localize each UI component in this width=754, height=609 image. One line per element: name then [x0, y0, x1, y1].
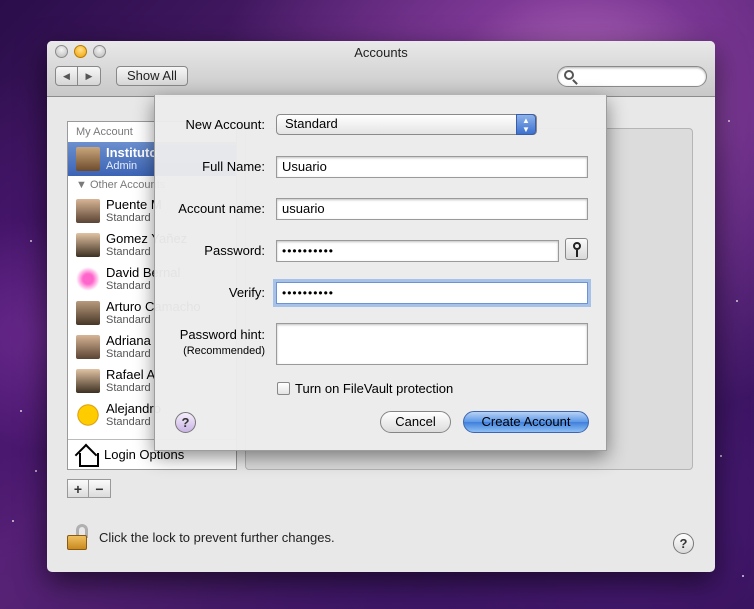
- user-avatar: [76, 301, 100, 325]
- filevault-label: Turn on FileVault protection: [295, 381, 454, 396]
- forward-arrow-icon: ▶: [85, 70, 93, 81]
- filevault-checkbox[interactable]: Turn on FileVault protection: [277, 381, 453, 396]
- back-button[interactable]: ◀: [55, 66, 78, 86]
- show-all-button[interactable]: Show All: [116, 66, 188, 86]
- help-button[interactable]: ?: [673, 533, 694, 554]
- checkbox-box[interactable]: [277, 382, 290, 395]
- password-hint-field[interactable]: [276, 323, 588, 365]
- verify-field[interactable]: ••••••••••: [276, 282, 588, 304]
- account-name: Alejandro: [106, 401, 161, 416]
- user-avatar: [76, 335, 100, 359]
- lock-icon[interactable]: [67, 524, 88, 550]
- account-name: Rafael A: [106, 367, 156, 382]
- account-role: Standard: [106, 416, 151, 428]
- search-field[interactable]: [557, 66, 707, 87]
- account-name: Adriana: [106, 333, 151, 348]
- add-remove-buttons: + −: [67, 479, 111, 498]
- account-role: Standard: [106, 382, 151, 394]
- full-name-label: Full Name:: [202, 159, 265, 174]
- lock-text: Click the lock to prevent further change…: [99, 529, 335, 545]
- user-avatar: [76, 147, 100, 171]
- new-account-sheet: New Account: Standard ▲ ▼ Full Name: Usua…: [154, 95, 607, 451]
- password-assistant-button[interactable]: [565, 238, 588, 260]
- new-account-label: New Account:: [185, 117, 266, 132]
- account-type-popup[interactable]: Standard ▲ ▼: [276, 114, 537, 135]
- account-name-label: Account name:: [178, 201, 265, 216]
- back-arrow-icon: ◀: [63, 70, 70, 81]
- password-field[interactable]: ••••••••••: [276, 240, 559, 262]
- full-name-field[interactable]: Usuario: [276, 156, 588, 178]
- create-account-button[interactable]: Create Account: [463, 411, 589, 433]
- lock-row: Click the lock to prevent further change…: [67, 524, 335, 550]
- account-type-value: Standard: [285, 116, 338, 131]
- account-role: Standard: [106, 348, 151, 360]
- account-name: Instituto: [106, 145, 158, 160]
- password-hint-label: Password hint:: [179, 327, 265, 342]
- lips-icon: [76, 267, 100, 291]
- user-avatar: [76, 369, 100, 393]
- popup-arrows-icon: ▲ ▼: [516, 114, 536, 135]
- forward-button[interactable]: ▶: [78, 66, 101, 86]
- key-icon: [572, 242, 581, 257]
- password-label: Password:: [204, 243, 265, 258]
- search-icon: [564, 70, 574, 80]
- remove-account-button[interactable]: −: [89, 479, 111, 498]
- account-role: Admin: [106, 160, 138, 172]
- title-bar: Accounts ◀ ▶ Show All: [47, 41, 715, 97]
- account-name-field[interactable]: usuario: [276, 198, 588, 220]
- window-title: Accounts: [354, 45, 408, 60]
- verify-label: Verify:: [228, 285, 265, 300]
- nav-buttons: ◀ ▶: [55, 66, 101, 86]
- house-icon: [76, 445, 99, 467]
- cancel-button[interactable]: Cancel: [380, 411, 451, 433]
- user-avatar: [76, 233, 100, 257]
- sheet-help-button[interactable]: ?: [175, 412, 196, 433]
- add-account-button[interactable]: +: [67, 479, 89, 498]
- user-avatar: [76, 199, 100, 223]
- tennis-ball-icon: [76, 403, 100, 427]
- password-hint-sublabel: (Recommended): [183, 345, 265, 357]
